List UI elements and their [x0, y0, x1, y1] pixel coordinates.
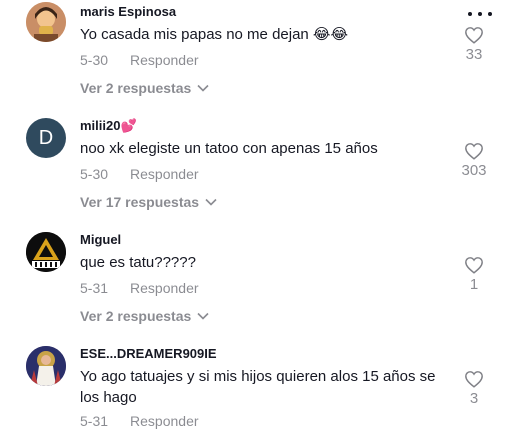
like-group: 1 [456, 256, 492, 293]
reply-button[interactable]: Responder [130, 413, 199, 429]
avatar[interactable] [26, 346, 66, 386]
view-replies-button[interactable]: Ver 2 respuestas [80, 308, 209, 324]
avatar-letter: D [38, 126, 54, 149]
avatar[interactable]: D [26, 118, 66, 158]
comment-username[interactable]: maris Espinosa [80, 4, 176, 19]
like-group: 303 [456, 142, 492, 179]
comment-meta: 5-30 Responder [80, 52, 199, 68]
view-replies-button[interactable]: Ver 17 respuestas [80, 194, 217, 210]
comment-date: 5-31 [80, 280, 109, 296]
reply-button[interactable]: Responder [130, 166, 199, 182]
comment-username[interactable]: ESE...DREAMER909IE [80, 346, 217, 361]
avatar[interactable] [26, 2, 66, 42]
comment-text: que es tatu????? [80, 254, 196, 271]
avatar[interactable] [26, 232, 66, 272]
view-replies-button[interactable]: Ver 2 respuestas [80, 80, 209, 96]
heart-icon[interactable] [464, 26, 484, 44]
view-replies-label: Ver 2 respuestas [80, 80, 192, 96]
heart-icon[interactable] [464, 256, 484, 274]
comment-meta: 5-30 Responder [80, 166, 199, 182]
comment-text: noo xk elegiste un tatoo con apenas 15 a… [80, 140, 378, 157]
reply-button[interactable]: Responder [130, 52, 199, 68]
more-options-icon[interactable] [468, 10, 492, 18]
chevron-down-icon [197, 84, 209, 92]
comment-text: Yo ago tatuajes y si mis hijos quieren a… [80, 368, 436, 406]
reply-button[interactable]: Responder [130, 280, 199, 296]
avatar-logo [26, 232, 66, 272]
like-count: 3 [469, 390, 479, 407]
like-count: 303 [461, 162, 487, 179]
like-count: 33 [465, 46, 483, 63]
comment-username[interactable]: Miguel [80, 232, 121, 247]
avatar-photo [26, 346, 66, 386]
chevron-down-icon [197, 312, 209, 320]
heart-icon[interactable] [464, 142, 484, 160]
comment-username-text: milii20 [80, 118, 121, 133]
comment-meta: 5-31 Responder [80, 280, 199, 296]
avatar-photo [26, 2, 66, 42]
comment-date: 5-30 [80, 52, 109, 68]
view-replies-label: Ver 2 respuestas [80, 308, 192, 324]
heart-icon[interactable] [464, 370, 484, 388]
like-group: 33 [456, 26, 492, 63]
username-emoji: 💕 [120, 118, 137, 133]
like-group: 3 [456, 370, 492, 407]
comment-date: 5-30 [80, 166, 109, 182]
chevron-down-icon [205, 198, 217, 206]
comment-text: Yo casada mis papas no me dejan 😂😂 [80, 26, 348, 43]
comment-meta: 5-31 Responder [80, 413, 199, 429]
comment-date: 5-31 [80, 413, 109, 429]
view-replies-label: Ver 17 respuestas [80, 194, 200, 210]
like-count: 1 [469, 276, 479, 293]
comment-username[interactable]: milii20💕 [80, 118, 137, 134]
